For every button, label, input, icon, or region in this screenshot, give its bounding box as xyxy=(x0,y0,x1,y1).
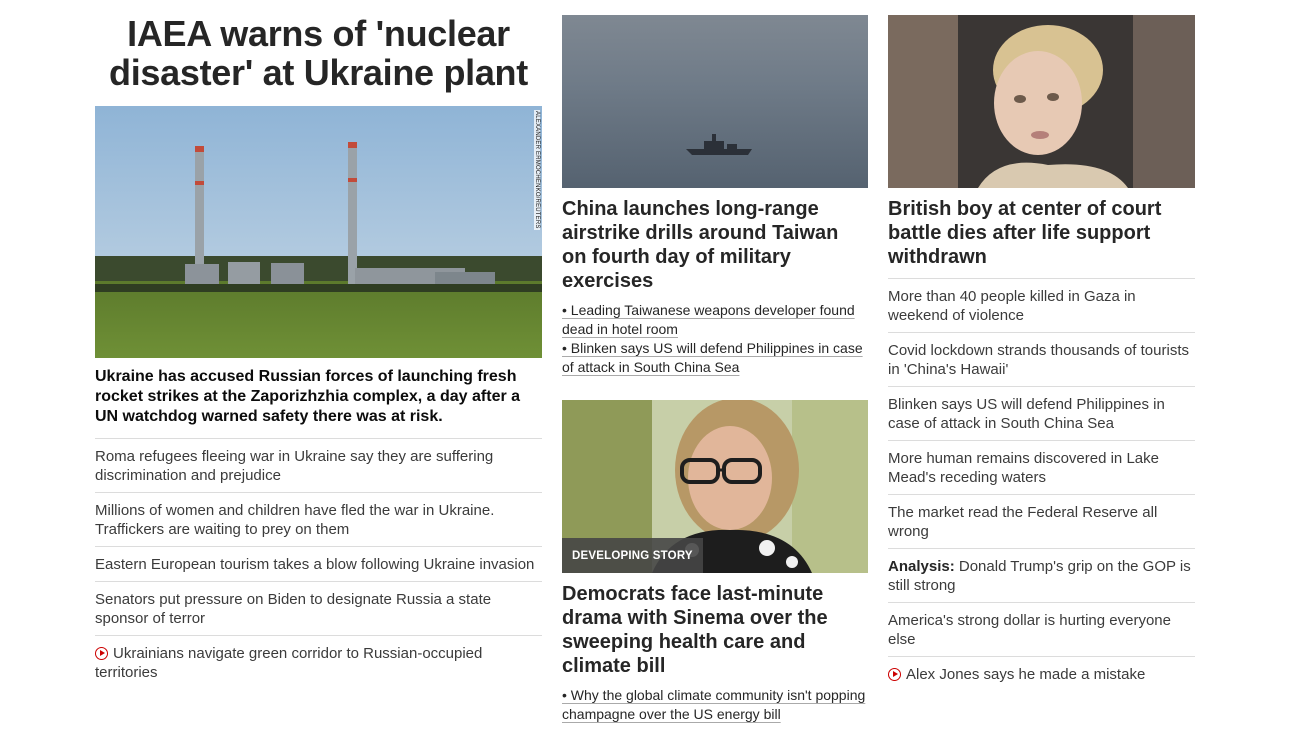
lead-headline[interactable]: IAEA warns of 'nuclear disaster' at Ukra… xyxy=(95,14,542,92)
photo-credit: ALEXANDER ERMOCHENKO/REUTERS xyxy=(534,110,540,230)
video-item-label: Ukrainians navigate green corridor to Ru… xyxy=(95,645,483,681)
sinema-headline[interactable]: Democrats face last-minute drama with Si… xyxy=(562,582,868,678)
list-item[interactable]: Millions of women and children have fled… xyxy=(95,493,542,547)
list-item[interactable]: More human remains discovered in Lake Me… xyxy=(888,441,1195,495)
right-headline-list: More than 40 people killed in Gaza in we… xyxy=(888,278,1195,691)
video-list-item[interactable]: Ukrainians navigate green corridor to Ru… xyxy=(95,636,542,689)
play-circle-icon xyxy=(95,647,108,660)
developing-story-badge: DEVELOPING STORY xyxy=(562,538,703,573)
china-related: • Leading Taiwanese weapons developer fo… xyxy=(562,301,868,377)
list-item[interactable]: Roma refugees fleeing war in Ukraine say… xyxy=(95,439,542,493)
related-link[interactable]: • Why the global climate community isn't… xyxy=(562,686,868,724)
play-circle-icon xyxy=(888,668,901,681)
video-list-item[interactable]: Alex Jones says he made a mistake xyxy=(888,657,1195,691)
sinema-related: • Why the global climate community isn't… xyxy=(562,686,868,724)
lead-related-list: Roma refugees fleeing war in Ukraine say… xyxy=(95,438,542,689)
video-item-label: Alex Jones says he made a mistake xyxy=(906,666,1146,683)
list-item[interactable]: More than 40 people killed in Gaza in we… xyxy=(888,279,1195,333)
lead-summary[interactable]: Ukraine has accused Russian forces of la… xyxy=(95,367,542,427)
list-item[interactable]: Eastern European tourism takes a blow fo… xyxy=(95,547,542,582)
list-item[interactable]: Blinken says US will defend Philippines … xyxy=(888,387,1195,441)
list-item[interactable]: America's strong dollar is hurting every… xyxy=(888,603,1195,657)
boy-headline[interactable]: British boy at center of court battle di… xyxy=(888,197,1195,269)
sinema-photo[interactable]: DEVELOPING STORY xyxy=(562,400,868,573)
list-item[interactable]: Senators put pressure on Biden to design… xyxy=(95,582,542,636)
related-link[interactable]: • Leading Taiwanese weapons developer fo… xyxy=(562,301,868,339)
list-item[interactable]: The market read the Federal Reserve all … xyxy=(888,495,1195,549)
analysis-list-item[interactable]: Analysis: Donald Trump's grip on the GOP… xyxy=(888,549,1195,603)
list-item[interactable]: Covid lockdown strands thousands of tour… xyxy=(888,333,1195,387)
middle-column: China launches long-range airstrike dril… xyxy=(562,0,868,724)
warship-photo[interactable] xyxy=(562,15,868,188)
analysis-label: Analysis: xyxy=(888,558,955,575)
lead-story-column: IAEA warns of 'nuclear disaster' at Ukra… xyxy=(95,0,542,689)
power-plant-photo[interactable]: ALEXANDER ERMOCHENKO/REUTERS xyxy=(95,106,542,358)
related-link[interactable]: • Blinken says US will defend Philippine… xyxy=(562,339,868,377)
china-headline[interactable]: China launches long-range airstrike dril… xyxy=(562,197,868,293)
boy-photo[interactable] xyxy=(888,15,1195,188)
right-column: British boy at center of court battle di… xyxy=(888,0,1195,691)
